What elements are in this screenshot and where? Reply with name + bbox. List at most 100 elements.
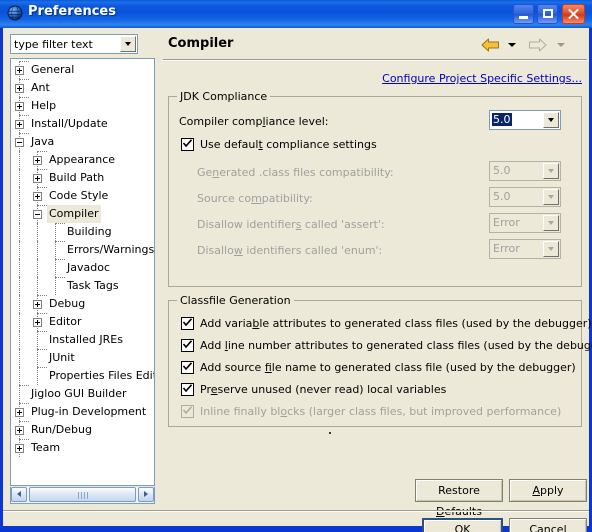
restore-defaults-button[interactable]: Restore Defaults (415, 479, 503, 518)
tree-item-label: Building (67, 225, 112, 238)
tree-horizontal-scrollbar[interactable] (10, 487, 155, 504)
classfile-option-label-5: Inline finally blocks (larger class file… (200, 405, 562, 418)
compiler-compliance-level-label: Compiler compliance level: (179, 115, 329, 128)
sidebar-item-team[interactable]: Team (29, 439, 62, 457)
tree-expand-icon[interactable] (15, 120, 24, 129)
tree-connector-line (37, 331, 47, 333)
tree-connector-line (19, 439, 29, 441)
sidebar-item-java[interactable]: Java (29, 133, 56, 151)
configure-project-specific-settings-link[interactable]: Configure Project Specific Settings... (382, 72, 582, 85)
tree-connector-line (37, 277, 39, 295)
tree-expand-icon[interactable] (15, 102, 24, 111)
sidebar-item-ant[interactable]: Ant (29, 79, 52, 97)
tree-item-label: Jigloo GUI Builder (31, 387, 127, 400)
tree-connector-line (37, 367, 39, 385)
cancel-button[interactable]: Cancel (509, 518, 587, 532)
check-icon (183, 318, 192, 327)
tree-connector-line (37, 205, 47, 207)
sidebar-item-jigloo-gui-builder[interactable]: Jigloo GUI Builder (29, 385, 129, 403)
sidebar-item-building[interactable]: Building (65, 223, 114, 241)
tree-item-label: Javadoc (67, 261, 110, 274)
sidebar-item-task-tags[interactable]: Task Tags (65, 277, 121, 295)
tree-expand-icon[interactable] (15, 66, 24, 75)
chevron-down-icon (548, 118, 554, 122)
classfile-option-label-4: Preserve unused (never read) local varia… (200, 383, 447, 396)
forward-history-chevron-down-icon (557, 43, 565, 47)
scrollbar-thumb[interactable] (29, 487, 136, 502)
sidebar-item-editor[interactable]: Editor (47, 313, 84, 331)
sidebar-item-run-debug[interactable]: Run/Debug (29, 421, 94, 439)
tree-connector-line (19, 205, 21, 223)
tree-expand-icon[interactable] (15, 426, 24, 435)
minimize-button[interactable] (513, 4, 534, 24)
tree-expand-icon[interactable] (33, 156, 42, 165)
scroll-left-button[interactable] (11, 487, 27, 502)
tree-expand-icon[interactable] (33, 318, 42, 327)
tree-connector-line (37, 169, 47, 171)
sidebar-item-build-path[interactable]: Build Path (47, 169, 106, 187)
preferences-tree[interactable]: General Ant Help Install/Update Java Appearan… (10, 58, 155, 486)
sidebar-item-installed-jres[interactable]: Installed JREs (47, 331, 125, 349)
tree-connector-line (19, 241, 21, 259)
sidebar-item-plug-in-development[interactable]: Plug-in Development (29, 403, 148, 421)
tree-expand-icon[interactable] (15, 84, 24, 93)
disallow-enum-value: Error (493, 242, 520, 255)
sidebar-item-help[interactable]: Help (29, 97, 58, 115)
sidebar-item-junit[interactable]: JUnit (47, 349, 77, 367)
globe-icon (7, 5, 23, 21)
sidebar-item-errors-warnings[interactable]: Errors/Warnings (65, 241, 154, 259)
maximize-button[interactable] (537, 4, 558, 24)
filter-dropdown-button[interactable] (120, 36, 136, 52)
scroll-right-button[interactable] (138, 487, 154, 502)
source-compatibility-value: 5.0 (493, 190, 511, 203)
tree-expand-icon[interactable] (33, 174, 42, 183)
sidebar-item-javadoc[interactable]: Javadoc (65, 259, 112, 277)
generated-class-files-compatibility-value: 5.0 (493, 164, 511, 177)
tree-connector-line (37, 295, 47, 297)
tree-collapse-icon[interactable] (33, 210, 42, 219)
title-divider-highlight (163, 60, 587, 61)
filter-input[interactable]: type filter text (10, 34, 138, 54)
compiler-compliance-level-value: 5.0 (492, 113, 512, 126)
sidebar-item-install-update[interactable]: Install/Update (29, 115, 110, 133)
compiler-compliance-level-combo[interactable]: 5.0 (489, 110, 561, 130)
tree-expand-icon[interactable] (33, 300, 42, 309)
tree-connector-line (19, 349, 21, 367)
tree-expand-icon[interactable] (33, 192, 42, 201)
tree-connector-line (37, 313, 47, 315)
chevron-left-icon (17, 491, 21, 497)
tree-item-label: Build Path (49, 171, 105, 184)
window-title: Preferences (28, 4, 116, 19)
minimize-icon (519, 16, 528, 19)
tree-connector-line (19, 133, 29, 135)
tree-collapse-icon[interactable] (15, 138, 24, 147)
tree-connector-line (19, 313, 21, 331)
tree-connector-line (19, 385, 21, 403)
arrow-left-icon[interactable] (481, 38, 500, 52)
tree-connector-line (19, 421, 29, 423)
apply-button[interactable]: Apply (509, 479, 587, 502)
page-navigation (481, 36, 581, 56)
sidebar-item-general[interactable]: General (29, 61, 76, 79)
maximize-icon (543, 9, 553, 18)
sidebar-item-appearance[interactable]: Appearance (47, 151, 117, 169)
back-history-chevron-down-icon[interactable] (508, 43, 516, 47)
sidebar-item-debug[interactable]: Debug (47, 295, 87, 313)
sidebar-item-properties-files-editor[interactable]: Properties Files Editor (47, 367, 154, 385)
tree-connector-line (37, 259, 39, 277)
close-button[interactable] (562, 4, 585, 24)
compiler-compliance-level-dropdown-button[interactable] (543, 112, 559, 128)
tree-expand-icon[interactable] (15, 444, 24, 453)
tree-expand-icon[interactable] (15, 408, 24, 417)
tree-connector-line (37, 349, 39, 367)
tree-connector-line (55, 241, 57, 259)
tree-item-label: Help (31, 99, 57, 112)
tree-item-label: JUnit (49, 351, 75, 364)
check-icon (183, 384, 192, 393)
sidebar-item-code-style[interactable]: Code Style (47, 187, 110, 205)
sidebar-item-compiler[interactable]: Compiler (47, 205, 101, 223)
ok-button[interactable]: OK (422, 518, 503, 532)
tree-item-label: Editor (49, 315, 82, 328)
chevron-down-icon (548, 195, 554, 199)
tree-connector-line (19, 367, 21, 385)
